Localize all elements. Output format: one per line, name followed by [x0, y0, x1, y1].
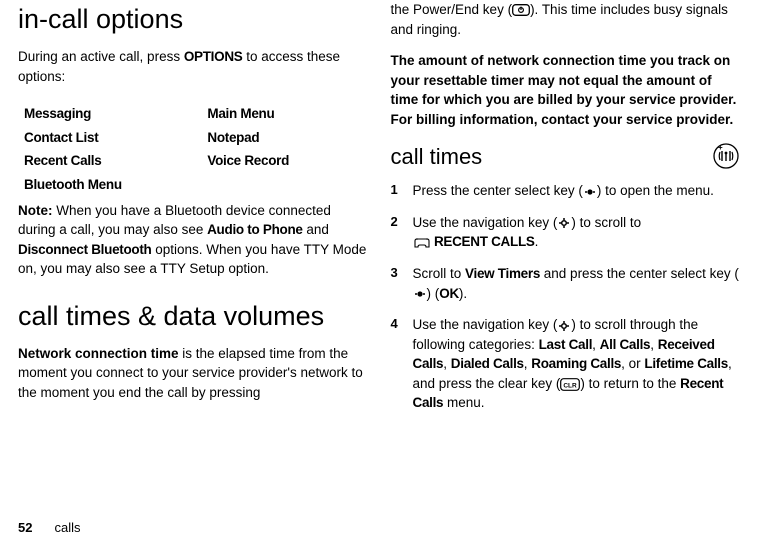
step-text: Press the center select key ( ) to open t… [413, 181, 740, 201]
heading-call-times-data-volumes: call times & data volumes [18, 297, 367, 336]
page-footer: 52 calls [18, 513, 739, 550]
left-column: in-call options During an active call, p… [18, 0, 367, 513]
continued-paragraph: the Power/End key (). This time includes… [391, 0, 740, 39]
page-columns: in-call options During an active call, p… [18, 0, 739, 513]
network-time-paragraph: Network connection time is the elapsed t… [18, 344, 367, 403]
s1-a: Press the center select key ( [413, 183, 583, 198]
call-times-heading-row: call times + [391, 141, 740, 179]
power-end-key-icon [512, 4, 530, 16]
label-recent-calls: RECENT CALLS [431, 234, 535, 249]
sep: , [650, 337, 658, 352]
label-disconnect-bluetooth: Disconnect Bluetooth [18, 242, 152, 257]
option-notepad: Notepad [207, 126, 366, 150]
intro-paragraph: During an active call, press OPTIONS to … [18, 47, 367, 86]
s1-b: ) to open the menu. [597, 183, 714, 198]
option-main-menu: Main Menu [207, 102, 366, 126]
table-row: Recent Calls Voice Record [24, 149, 367, 173]
options-table: Messaging Main Menu Contact List Notepad… [24, 102, 367, 196]
step-number: 2 [391, 213, 413, 232]
note-paragraph: Note: When you have a Bluetooth device c… [18, 201, 367, 279]
s3-b: and press the center select key ( [540, 266, 739, 281]
label-network-connection-time: Network connection time [18, 346, 179, 361]
step-4: 4 Use the navigation key () to scroll th… [391, 315, 740, 413]
antenna-icon: + [713, 143, 739, 169]
label-ok: OK [439, 286, 459, 301]
s4-a: Use the navigation key ( [413, 317, 558, 332]
s2-b: ) to scroll to [571, 215, 641, 230]
clear-key-icon: CLR [560, 378, 580, 391]
label-dialed-calls: Dialed Calls [451, 356, 524, 371]
page-section: calls [54, 519, 80, 538]
step-1: 1 Press the center select key ( ) to open… [391, 181, 740, 201]
cont-text-a: the Power/End key ( [391, 2, 513, 17]
option-recent-calls: Recent Calls [24, 149, 207, 173]
step-text: Use the navigation key ( ) to scroll to R… [413, 213, 740, 252]
label-audio-to-phone: Audio to Phone [207, 222, 303, 237]
svg-text:+: + [718, 143, 723, 152]
table-row: Contact List Notepad [24, 126, 367, 150]
step-number: 4 [391, 315, 413, 334]
label-last-call: Last Call [539, 337, 593, 352]
navigation-key-icon [557, 216, 571, 230]
label-lifetime-calls: Lifetime Calls [644, 356, 728, 371]
heading-call-times: call times [391, 141, 714, 173]
steps-list: 1 Press the center select key ( ) to open… [391, 181, 740, 425]
recent-calls-menu-icon [413, 236, 431, 250]
label-roaming-calls: Roaming Calls [531, 356, 621, 371]
navigation-key-icon [557, 319, 571, 333]
table-row: Bluetooth Menu [24, 173, 367, 197]
option-contact-list: Contact List [24, 126, 207, 150]
center-select-key-icon [583, 186, 597, 198]
sep: , [443, 356, 451, 371]
page-number: 52 [18, 519, 32, 538]
option-messaging: Messaging [24, 102, 207, 126]
billing-notice: The amount of network connection time yo… [391, 51, 740, 129]
heading-in-call-options: in-call options [18, 0, 367, 39]
intro-text-a: During an active call, press [18, 49, 184, 64]
s3-c: ) ( [427, 286, 440, 301]
sep: , or [621, 356, 644, 371]
s3-d: ). [459, 286, 467, 301]
table-row: Messaging Main Menu [24, 102, 367, 126]
note-and: and [303, 222, 329, 237]
option-voice-record: Voice Record [207, 149, 366, 173]
step-3: 3 Scroll to View Timers and press the ce… [391, 264, 740, 303]
options-label: OPTIONS [184, 49, 243, 64]
svg-text:CLR: CLR [564, 382, 578, 389]
step-number: 3 [391, 264, 413, 283]
center-select-key-icon [413, 288, 427, 300]
right-column: the Power/End key (). This time includes… [391, 0, 740, 513]
step-number: 1 [391, 181, 413, 200]
s2-a: Use the navigation key ( [413, 215, 558, 230]
s4-e: menu. [443, 395, 484, 410]
label-all-calls: All Calls [600, 337, 651, 352]
s2-c: . [535, 234, 539, 249]
sep: , [592, 337, 600, 352]
s4-d: ) to return to the [580, 376, 680, 391]
option-bluetooth-menu: Bluetooth Menu [24, 173, 207, 197]
label-view-timers: View Timers [465, 266, 540, 281]
s3-a: Scroll to [413, 266, 466, 281]
step-text: Use the navigation key () to scroll thro… [413, 315, 740, 413]
note-label: Note: [18, 203, 53, 218]
step-2: 2 Use the navigation key ( ) to scroll to… [391, 213, 740, 252]
step-text: Scroll to View Timers and press the cent… [413, 264, 740, 303]
